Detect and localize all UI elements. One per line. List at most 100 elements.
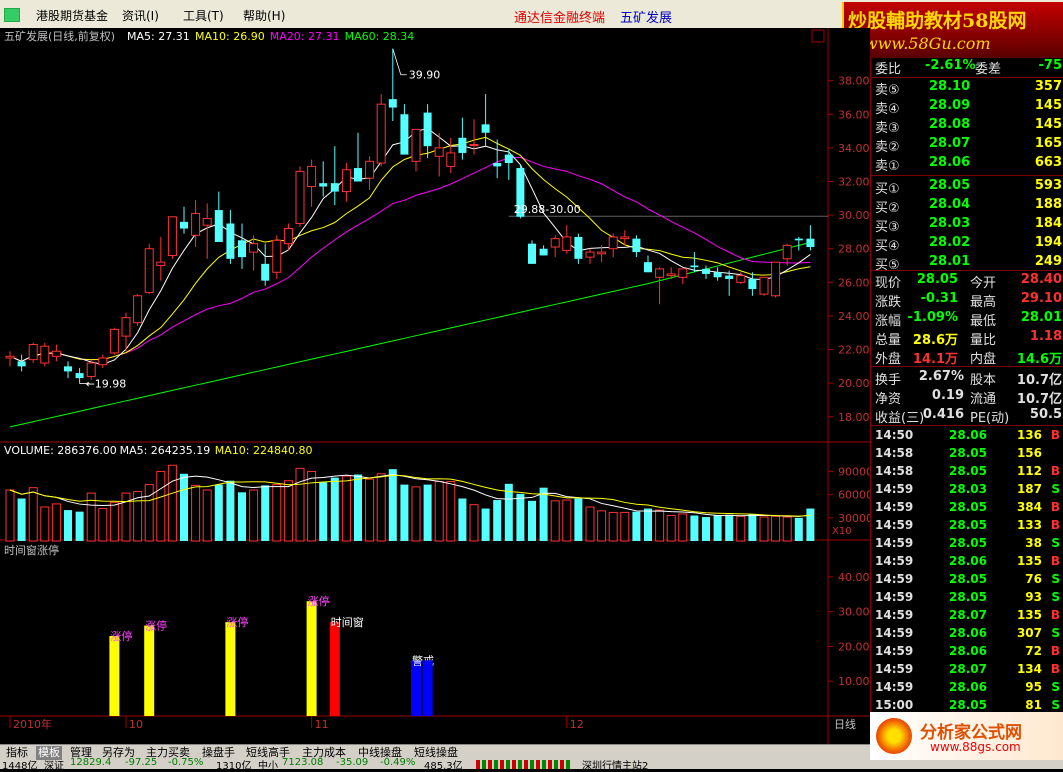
tick-side: S (1051, 680, 1060, 694)
current-stock-name: 五矿发展 (620, 11, 673, 26)
status-server[interactable]: 深圳行情主站2 (582, 757, 648, 772)
fund-row: 收益(三) 0.416 PE(动) 50.5 (871, 407, 1063, 426)
signal-bar (225, 622, 236, 716)
sell-level-4: 卖④ 28.09 145 (871, 98, 1063, 117)
tick-side: B (1050, 500, 1060, 514)
price-tick-label: 24.00 (838, 310, 870, 323)
status-sz-amount: 1310亿 (216, 761, 252, 772)
watermark-top-line1: 炒股輔助教材58股网 (848, 10, 1027, 32)
buy-price: 28.04 (929, 197, 971, 212)
tick-row[interactable]: 14:59 28.06 135 B (871, 553, 1063, 571)
volume-bar (620, 511, 630, 542)
site-watermark-bottom: 分析家公式网 www.88gs.com (870, 712, 1063, 760)
tick-row[interactable]: 14:59 28.03 187 S (871, 481, 1063, 499)
fund-value: 10.7亿 (1016, 392, 1062, 407)
tick-price: 28.03 (949, 482, 987, 496)
tick-price: 28.06 (949, 644, 987, 658)
sell-level-3: 卖③ 28.08 145 (871, 117, 1063, 136)
volume-bar (40, 506, 50, 542)
candle-body (400, 114, 409, 155)
volume-bar (771, 515, 781, 542)
candle-body (330, 183, 339, 192)
app-title-link[interactable]: 通达信金融终端 (514, 7, 605, 26)
tick-row[interactable]: 14:58 28.05 112 B (871, 463, 1063, 481)
tick-row[interactable]: 14:58 28.05 156 (871, 445, 1063, 463)
tick-row[interactable]: 14:59 28.06 95 S (871, 679, 1063, 697)
tick-row[interactable]: 14:50 28.06 136 B (871, 427, 1063, 445)
tick-row[interactable]: 14:59 28.05 93 S (871, 589, 1063, 607)
candle-body (748, 278, 757, 290)
tick-row[interactable]: 14:59 28.05 38 S (871, 535, 1063, 553)
buy-level-label: 买② (875, 201, 900, 216)
tick-side: S (1051, 482, 1060, 496)
volume-bar (539, 487, 548, 541)
fund-label: 净资 (875, 392, 902, 407)
volume-indicator-ma5: MA5: 264235.19 (120, 444, 211, 457)
candle-body (28, 344, 38, 361)
candle-body (713, 272, 722, 278)
panel-separator (871, 77, 1063, 78)
menu-help[interactable]: 帮助(H) (243, 7, 285, 24)
menu-hk-futures[interactable]: 港股期货基金 (36, 7, 108, 24)
buy-level-1: 买① 28.05 593 (871, 178, 1063, 197)
quote-value: 14.1万 (912, 352, 958, 367)
tick-row[interactable]: 14:59 28.07 135 B (871, 607, 1063, 625)
candle-body (283, 228, 293, 245)
volume-unit-label: X10 (832, 526, 852, 537)
buy-volume: 188 (1034, 197, 1062, 212)
volume-bar (736, 515, 746, 542)
candle-body (261, 263, 270, 281)
tick-row[interactable]: 14:59 28.05 384 B (871, 499, 1063, 517)
tick-row[interactable]: 14:59 28.05 76 S (871, 571, 1063, 589)
fund-label: 收益(三) (875, 411, 925, 426)
volume-bar (238, 492, 246, 541)
volume-bar (608, 511, 618, 542)
quote-row: 涨幅 -1.09% 最低 28.01 (871, 310, 1063, 329)
candle-body (156, 261, 166, 267)
quote-panel: 委比 -2.61% 委差 -75 卖⑤ 28.10 357 卖④ 28.09 145 卖③ 28.08… (870, 58, 1063, 748)
menu-tools[interactable]: 工具(T) (183, 7, 224, 24)
buy-level-4: 买④ 28.02 194 (871, 235, 1063, 254)
tick-row[interactable]: 14:59 28.07 134 B (871, 661, 1063, 679)
tick-side: B (1050, 428, 1060, 442)
price-tick-label: 32.00 (838, 175, 870, 188)
buy-price: 28.03 (929, 216, 971, 231)
quote-label: 涨幅 (875, 314, 902, 329)
sell-price: 28.09 (929, 98, 971, 113)
candle-body (272, 239, 282, 273)
menu-info[interactable]: 资讯(I) (122, 7, 159, 24)
app-icon[interactable] (4, 8, 20, 22)
flower-logo-icon (876, 718, 912, 754)
volume-bar (365, 478, 375, 542)
volume-bar (388, 469, 397, 541)
quote-label: 今开 (970, 276, 997, 291)
fund-row: 净资 0.19 流通 10.7亿 (871, 388, 1063, 407)
quote-row: 总量 28.6万 量比 1.18 (871, 329, 1063, 348)
candle-body (504, 154, 513, 164)
candle-body (655, 268, 665, 278)
volume-bar (295, 467, 305, 542)
volume-bar (434, 481, 444, 542)
tick-volume: 135 (1016, 608, 1042, 622)
stock-chart[interactable]: 38.00 36.00 34.00 32.00 30.00 28.00 26.00 24.00… (0, 28, 870, 744)
sell-volume: 663 (1034, 155, 1062, 170)
tick-volume: 38 (1025, 536, 1042, 550)
tick-time: 14:59 (875, 572, 914, 586)
tick-row[interactable]: 14:59 28.05 133 B (871, 517, 1063, 535)
tick-volume: 136 (1016, 428, 1042, 442)
site-watermark-top: 炒股輔助教材58股网 www.58Gu.com (842, 2, 1063, 58)
candle-body (806, 238, 815, 248)
tick-side: S (1051, 572, 1060, 586)
price-tick-label: 22.00 (838, 344, 870, 357)
status-zx-change: -35.09 (336, 757, 369, 768)
candle-body (759, 276, 769, 295)
tick-row[interactable]: 14:59 28.06 307 S (871, 625, 1063, 643)
candle-body (446, 152, 456, 167)
market-breadth-icon (476, 760, 572, 769)
buy-price: 28.01 (929, 254, 971, 269)
tick-row[interactable]: 14:59 28.06 72 B (871, 643, 1063, 661)
candle-body (423, 112, 432, 147)
sell-volume: 145 (1034, 98, 1062, 113)
candle-body (238, 240, 246, 258)
price-tick-label: 30.00 (838, 209, 870, 222)
